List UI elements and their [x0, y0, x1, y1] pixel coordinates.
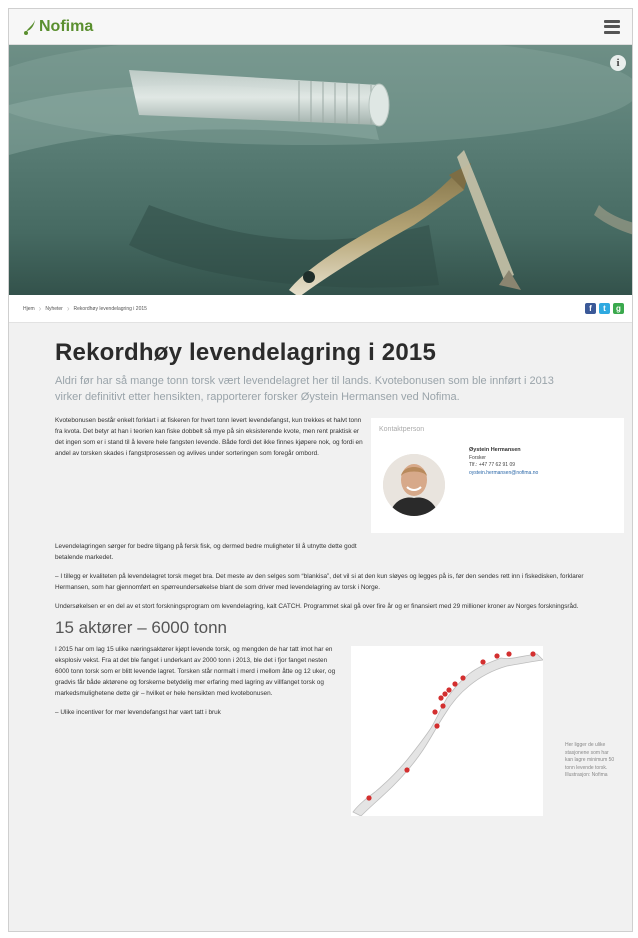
article-paragraph: – I tillegg er kvaliteten på levendelagr… — [55, 573, 584, 591]
twitter-share-icon[interactable]: t — [599, 303, 610, 314]
breadcrumb-separator-icon: › — [66, 304, 70, 313]
hamburger-menu-icon[interactable] — [604, 19, 620, 34]
map-row: I 2015 har om lag 15 ulike næringsaktøre… — [55, 644, 632, 817]
share-buttons: f t g — [585, 303, 624, 314]
logo-text: Nofima — [39, 17, 94, 35]
article-title: Rekordhøy levendelagring i 2015 — [55, 339, 437, 366]
norway-map — [351, 646, 544, 817]
article-lead: Aldri før har så mange tonn torsk vært l… — [55, 375, 554, 403]
breadcrumb-bar: Hjem › Nyheter › Rekordhøy levendelagrin… — [9, 295, 632, 323]
nofima-logo[interactable]: Nofima — [23, 18, 93, 36]
norway-coast-map — [351, 646, 544, 817]
map-row-text: I 2015 har om lag 15 ulike næringsaktøre… — [55, 644, 337, 816]
contact-info: Øystein Hermansen Forsker Tlf.: +47 77 6… — [469, 447, 538, 477]
article-paragraph: Kvotebonusen består enkelt forklart i at… — [55, 417, 363, 457]
contact-title: Kontaktperson — [379, 426, 425, 433]
underwater-cod-illustration — [9, 45, 632, 295]
breadcrumb-separator-icon: › — [38, 304, 42, 313]
contact-role: Forsker — [469, 454, 486, 461]
breadcrumb: Hjem › Nyheter › Rekordhøy levendelagrin… — [23, 304, 147, 313]
google-share-icon[interactable]: g — [613, 303, 624, 314]
breadcrumb-news[interactable]: Nyheter — [45, 306, 63, 312]
article-paragraph: Levendelagringen sørger for bedre tilgan… — [55, 543, 357, 561]
browser-frame: Nofima i Hjem › Nyheter › Rekordhøy leve… — [8, 8, 633, 932]
map-caption: Her ligger de ulike stasjonene som har k… — [565, 742, 615, 778]
contact-phone: Tlf.: +47 77 62 91 09 — [469, 462, 516, 468]
contact-card: Kontaktperson Øystein Hermansen Forsker … — [371, 418, 624, 533]
article: Rekordhøy levendelagring i 2015 Aldri fø… — [9, 323, 632, 817]
article-paragraph: Undersøkelsen er en del av et stort fors… — [55, 603, 579, 610]
site-header: Nofima — [9, 9, 632, 45]
intro-row: Kvotebonusen består enkelt forklart i at… — [55, 415, 632, 533]
contact-email-link[interactable]: oystein.hermansen@nofima.no — [469, 470, 538, 478]
breadcrumb-current: Rekordhøy levendelagring i 2015 — [73, 305, 147, 312]
article-subheading: 15 aktører – 6000 tonn — [55, 618, 228, 637]
contact-name: Øystein Hermansen — [469, 447, 521, 453]
breadcrumb-home[interactable]: Hjem — [23, 306, 35, 312]
hero-image: i — [9, 45, 632, 295]
avatar — [383, 454, 445, 516]
info-icon[interactable]: i — [610, 55, 626, 71]
nofima-logo-icon — [24, 19, 35, 35]
article-paragraph: I 2015 har om lag 15 ulike næringsaktøre… — [55, 646, 336, 697]
person-portrait-icon — [383, 454, 445, 516]
article-paragraph: – Ulike incentiver for mer levendefangst… — [55, 709, 221, 716]
facebook-share-icon[interactable]: f — [585, 303, 596, 314]
